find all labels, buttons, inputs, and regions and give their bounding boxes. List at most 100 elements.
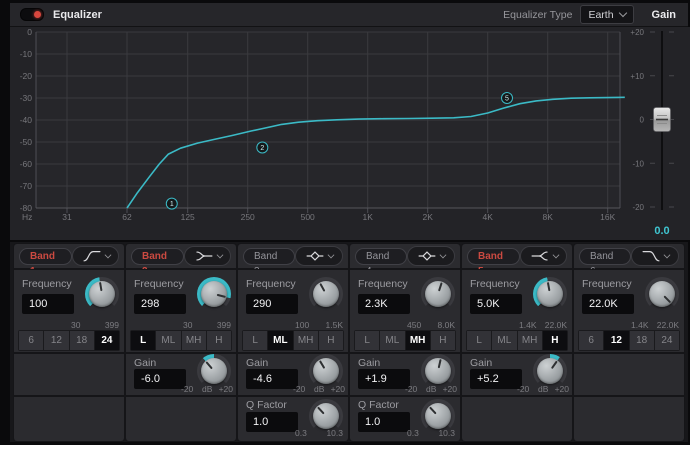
frequency-max-label: 22.0K <box>544 320 567 330</box>
band-handle-5[interactable]: 5 <box>501 92 514 104</box>
selector-option-MH[interactable]: MH <box>405 331 430 350</box>
band-card-3: Band 3Frequency2901001.5KLMLMHHGain-4.6-… <box>238 244 348 441</box>
frequency-value[interactable]: 298 <box>134 294 186 314</box>
slider-scale-label: -10 <box>632 159 644 168</box>
selector-option-12[interactable]: 12 <box>44 331 69 350</box>
x-tick-label: 250 <box>241 212 255 222</box>
gain-section: Gain -4.6 -20 dB +20 <box>238 354 348 395</box>
gain-value[interactable]: -4.6 <box>246 369 298 389</box>
y-tick-label: -40 <box>20 115 33 125</box>
band-button-6[interactable]: Band 6 <box>579 247 632 277</box>
gain-value[interactable]: +5.2 <box>470 369 522 389</box>
panel-title: Equalizer <box>53 8 102 21</box>
filter-shape-select[interactable] <box>520 246 567 266</box>
selector-option-H[interactable]: H <box>318 331 343 350</box>
filter-shape-select[interactable] <box>631 246 679 266</box>
gain-knob[interactable] <box>533 354 567 388</box>
equalizer-type-select[interactable]: Earth <box>580 5 634 24</box>
high-shelf-icon <box>531 251 548 261</box>
q-factor-value[interactable]: 1.0 <box>246 412 298 432</box>
selector-option-L[interactable]: L <box>243 331 268 350</box>
q-factor-section: Q Factor 1.0 0.3 10.3 <box>238 397 348 441</box>
band-handle-1[interactable]: 1 <box>165 197 178 210</box>
selector-option-6[interactable]: 6 <box>579 331 604 350</box>
frequency-knob[interactable] <box>645 277 679 311</box>
band-button-1[interactable]: Band 1 <box>19 247 73 277</box>
selector-option-12[interactable]: 12 <box>604 331 629 350</box>
selector-option-H[interactable]: H <box>542 331 567 350</box>
gain-knob[interactable] <box>197 354 231 388</box>
frequency-value[interactable]: 100 <box>22 294 74 314</box>
equalizer-panel: Equalizer Equalizer Type Earth Gain 0 -10… <box>0 0 690 445</box>
q-max-label: 10.3 <box>438 428 455 438</box>
q-factor-section: Q Factor 1.0 0.3 10.3 <box>350 397 460 441</box>
chevron-down-icon <box>618 8 627 18</box>
selector-option-H[interactable]: H <box>430 331 455 350</box>
frequency-min-label: 1.4K <box>631 320 649 330</box>
band-button-5[interactable]: Band 5 <box>467 247 521 277</box>
gain-value[interactable]: +1.9 <box>358 369 410 389</box>
frequency-value[interactable]: 22.0K <box>582 294 634 314</box>
selector-option-24[interactable]: 24 <box>94 331 119 350</box>
svg-text:1: 1 <box>170 201 174 208</box>
selector-option-ML[interactable]: ML <box>380 331 405 350</box>
frequency-min-label: 30 <box>183 320 193 330</box>
filter-shape-select[interactable] <box>407 246 455 266</box>
selector-option-L[interactable]: L <box>131 331 156 350</box>
selector-option-MH[interactable]: MH <box>293 331 318 350</box>
selector-option-L[interactable]: L <box>355 331 380 350</box>
bands-section: Band 1Frequency100303996121824Band 2Freq… <box>10 242 688 442</box>
filter-shape-select[interactable] <box>72 246 119 266</box>
selector-option-18[interactable]: 18 <box>629 331 654 350</box>
gain-label: Gain <box>134 357 157 369</box>
selector-option-ML[interactable]: ML <box>492 331 517 350</box>
x-tick-label: 2K <box>422 212 433 222</box>
selector-option-6[interactable]: 6 <box>19 331 44 350</box>
q-factor-value[interactable]: 1.0 <box>358 412 410 432</box>
filter-shape-select[interactable] <box>295 246 343 266</box>
frequency-min-label: 1.4K <box>519 320 537 330</box>
selector-option-ML[interactable]: ML <box>156 331 181 350</box>
band-button-3[interactable]: Band 3 <box>243 247 296 277</box>
slider-scale-label: +20 <box>630 28 644 37</box>
knob-face <box>313 281 339 307</box>
frequency-value[interactable]: 290 <box>246 294 298 314</box>
gain-section <box>14 354 124 395</box>
band-button-4[interactable]: Band 4 <box>355 247 408 277</box>
selector-option-L[interactable]: L <box>467 331 492 350</box>
frequency-knob[interactable] <box>309 277 343 311</box>
gain-value[interactable]: -6.0 <box>134 369 186 389</box>
selector-option-18[interactable]: 18 <box>69 331 94 350</box>
gain-section: Gain +5.2 -20 dB +20 <box>462 354 572 395</box>
band-card-6: Band 6Frequency22.0K1.4K22.0K6121824 <box>574 244 684 441</box>
frequency-knob[interactable] <box>197 277 231 311</box>
knob-face <box>537 358 563 384</box>
frequency-max-label: 1.5K <box>325 320 344 330</box>
gain-min-label: -20 <box>405 384 418 394</box>
frequency-knob[interactable] <box>421 277 455 311</box>
frequency-section: Frequency 290 100 1.5K L ML MH H <box>238 270 348 352</box>
selector-option-MH[interactable]: MH <box>517 331 542 350</box>
selector-option-24[interactable]: 24 <box>654 331 679 350</box>
selector-option-MH[interactable]: MH <box>181 331 206 350</box>
band-handle-2[interactable]: 2 <box>256 141 269 154</box>
low-pass-icon <box>642 251 660 262</box>
frequency-knob[interactable] <box>85 277 119 311</box>
chevron-down-icon <box>104 251 111 258</box>
gain-knob[interactable] <box>421 354 455 388</box>
selector-option-ML[interactable]: ML <box>268 331 293 350</box>
selector-option-H[interactable]: H <box>206 331 231 350</box>
q-max-label: 10.3 <box>326 428 343 438</box>
frequency-value[interactable]: 2.3K <box>358 294 410 314</box>
band-button-2[interactable]: Band 2 <box>131 247 185 277</box>
frequency-value[interactable]: 5.0K <box>470 294 522 314</box>
equalizer-enable-toggle[interactable] <box>20 8 44 21</box>
gain-knob[interactable] <box>309 354 343 388</box>
filter-shape-select[interactable] <box>184 246 231 266</box>
gain-slider-handle[interactable] <box>653 107 671 132</box>
eq-graph-svg: 0-10-20-30-40-50-60-70-80Hz 31 62 125 250 500… <box>20 27 674 237</box>
frequency-section: Frequency 22.0K 1.4K 22.0K 6 12 18 24 <box>574 270 684 352</box>
frequency-knob[interactable] <box>533 277 567 311</box>
x-tick-label: 31 <box>62 212 72 222</box>
q-factor-section <box>574 397 684 441</box>
